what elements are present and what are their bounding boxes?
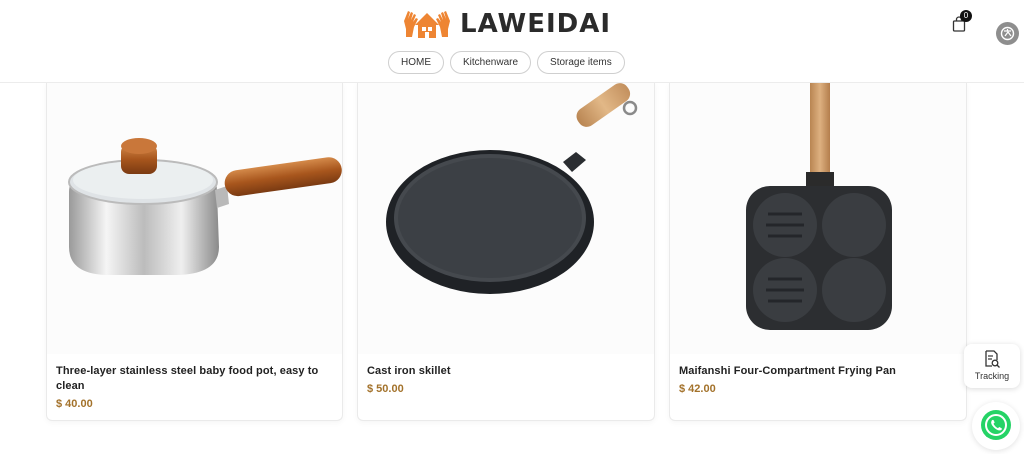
product-card[interactable]: Three-layer stainless steel baby food po… — [46, 82, 343, 421]
site-header: LAWEIDAI HOME Kitchenware Storage items … — [0, 0, 1024, 83]
product-title[interactable]: Cast iron skillet — [367, 364, 647, 379]
product-price: $ 42.00 — [679, 383, 716, 395]
nav-storage-items[interactable]: Storage items — [537, 51, 625, 74]
product-image[interactable] — [47, 82, 342, 354]
tracking-button[interactable]: Tracking — [964, 344, 1020, 388]
stainless-steel-pot-image — [68, 138, 342, 275]
four-compartment-frying-pan-image — [746, 82, 892, 330]
tracking-label: Tracking — [974, 371, 1010, 381]
product-image[interactable] — [670, 82, 966, 354]
nav-home[interactable]: HOME — [388, 51, 444, 74]
brand-name: LAWEIDAI — [460, 9, 612, 39]
product-card[interactable]: Cast iron skillet $ 50.00 — [357, 82, 655, 421]
language-selector[interactable] — [996, 22, 1019, 45]
cast-iron-skillet-image — [386, 83, 638, 294]
whatsapp-icon — [981, 410, 1011, 440]
translate-icon — [1000, 26, 1015, 41]
nav-kitchenware[interactable]: Kitchenware — [450, 51, 532, 74]
product-price: $ 50.00 — [367, 383, 404, 395]
product-title[interactable]: Maifanshi Four-Compartment Frying Pan — [679, 364, 959, 379]
cart-count-badge: 0 — [960, 10, 972, 22]
main-nav: HOME Kitchenware Storage items — [388, 51, 625, 74]
whatsapp-button[interactable] — [972, 402, 1020, 450]
product-card[interactable]: Maifanshi Four-Compartment Frying Pan $ … — [669, 82, 967, 421]
cart-button[interactable]: 0 — [952, 10, 972, 33]
house-hands-logo-icon — [404, 11, 450, 38]
product-title[interactable]: Three-layer stainless steel baby food po… — [56, 364, 336, 394]
product-price: $ 40.00 — [56, 398, 93, 410]
product-image[interactable] — [358, 82, 654, 354]
tracking-search-icon — [985, 350, 1000, 368]
brand-logo[interactable]: LAWEIDAI — [402, 7, 611, 41]
